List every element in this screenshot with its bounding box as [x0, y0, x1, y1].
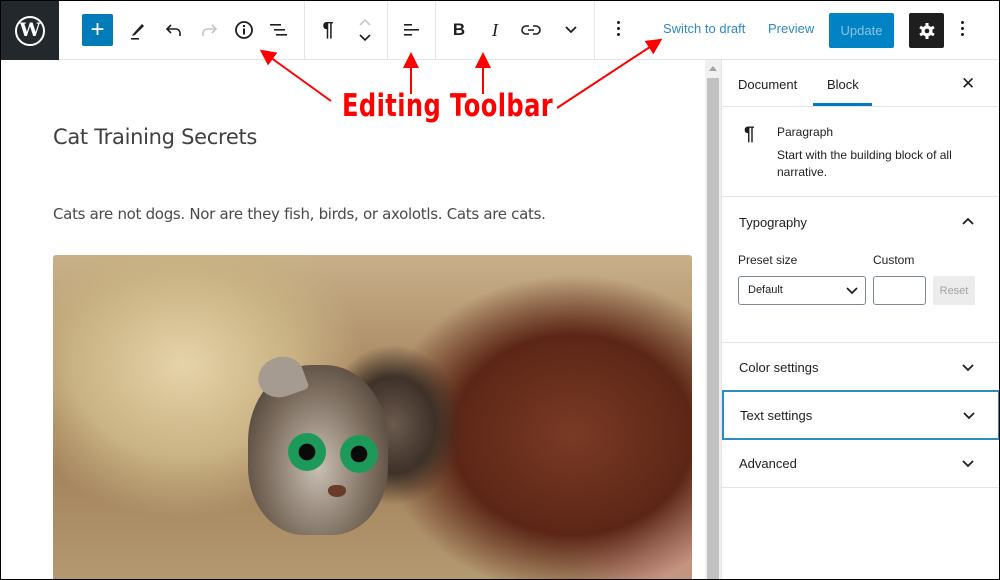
block-navigation-button[interactable]	[268, 13, 290, 47]
undo-button[interactable]	[163, 13, 185, 47]
reset-button[interactable]: Reset	[933, 276, 975, 305]
text-settings-title: Text settings	[740, 408, 813, 423]
redo-button[interactable]	[198, 13, 220, 47]
preview-button[interactable]: Preview	[768, 21, 814, 36]
toolbar-separator	[304, 1, 305, 60]
typography-panel: Typography Preset size Custom Default Re…	[722, 197, 999, 343]
switch-to-draft-button[interactable]: Switch to draft	[663, 21, 745, 36]
content-info-button[interactable]	[233, 13, 255, 47]
add-block-button[interactable]: +	[82, 14, 113, 46]
redo-icon	[202, 24, 218, 36]
update-label: Update	[840, 23, 883, 38]
preset-size-select[interactable]: Default	[738, 276, 866, 305]
block-more-options-button[interactable]	[615, 21, 621, 36]
block-description: Start with the building block of all nar…	[777, 148, 952, 179]
gear-icon	[918, 22, 935, 39]
align-left-icon	[404, 24, 419, 36]
color-settings-panel[interactable]: Color settings	[722, 343, 999, 391]
annotation-label: Editing Toolbar	[342, 88, 554, 124]
scroll-up-arrow-icon[interactable]	[709, 66, 717, 71]
edit-pencil-icon	[131, 24, 144, 40]
close-icon[interactable]: ✕	[961, 74, 975, 94]
move-down-button[interactable]	[356, 31, 374, 45]
scroll-thumb[interactable]	[707, 78, 719, 579]
editor-scrollbar[interactable]	[705, 60, 721, 579]
chevron-up-icon[interactable]	[961, 216, 975, 226]
toolbar-separator	[594, 1, 595, 60]
image-block[interactable]	[53, 255, 692, 579]
italic-icon: I	[492, 19, 498, 40]
chevron-down-icon	[962, 460, 974, 468]
chevron-up-icon	[359, 18, 371, 26]
settings-button[interactable]	[909, 13, 944, 48]
advanced-title: Advanced	[739, 456, 797, 471]
pilcrow-icon: ¶	[322, 18, 334, 41]
cat-photo	[248, 350, 388, 535]
block-name: Paragraph	[777, 125, 834, 139]
custom-size-label: Custom	[873, 253, 915, 267]
preset-size-value: Default	[748, 284, 783, 296]
undo-icon	[165, 24, 181, 36]
color-settings-title: Color settings	[739, 360, 819, 375]
chevron-down-icon	[962, 364, 974, 372]
update-button[interactable]: Update	[829, 13, 894, 48]
typography-panel-toggle[interactable]: Typography	[739, 215, 807, 230]
toolbar-separator	[435, 1, 436, 60]
text-settings-panel[interactable]: Text settings	[722, 390, 999, 440]
chevron-down-icon	[846, 287, 858, 295]
align-button[interactable]	[400, 13, 422, 47]
more-rich-text-button[interactable]	[562, 13, 580, 47]
more-chevron-icon	[565, 26, 577, 34]
plus-icon: +	[90, 16, 105, 43]
post-title[interactable]: Cat Training Secrets	[53, 125, 257, 149]
preset-size-label: Preset size	[738, 253, 798, 267]
info-icon	[235, 21, 253, 39]
reset-label: Reset	[939, 284, 969, 297]
block-card: ¶ Paragraph Start with the building bloc…	[722, 108, 999, 197]
custom-size-input[interactable]	[873, 276, 926, 305]
tab-document[interactable]: Document	[738, 77, 797, 92]
paragraph-block[interactable]: Cats are not dogs. Nor are they fish, bi…	[53, 205, 546, 223]
app-window: W + ¶ B I Switch to draft Preview Update…	[0, 0, 1000, 580]
link-button[interactable]	[520, 13, 542, 47]
toolbar-separator	[387, 1, 388, 60]
tab-block[interactable]: Block	[827, 77, 859, 92]
tools-button[interactable]	[127, 13, 149, 47]
editor-toolbar: W + ¶ B I Switch to draft Preview Update	[1, 1, 999, 60]
advanced-panel[interactable]: Advanced	[722, 439, 999, 488]
wordpress-logo-icon: W	[15, 15, 45, 46]
block-type-button[interactable]: ¶	[318, 13, 338, 47]
chevron-down-icon	[963, 412, 975, 420]
active-tab-indicator	[813, 103, 872, 106]
bold-button[interactable]: B	[450, 13, 468, 47]
chevron-down-icon	[359, 34, 371, 42]
italic-button[interactable]: I	[486, 13, 504, 47]
link-icon	[521, 25, 541, 35]
wordpress-logo-button[interactable]: W	[1, 1, 59, 60]
list-view-icon	[270, 24, 287, 36]
sidebar-tabs: Document Block ✕	[722, 60, 999, 107]
move-up-button[interactable]	[356, 15, 374, 29]
bold-icon: B	[452, 20, 466, 39]
settings-sidebar: Document Block ✕ ¶ Paragraph Start with …	[721, 60, 999, 579]
pilcrow-icon: ¶	[744, 124, 755, 145]
editor-canvas: Cat Training Secrets Cats are not dogs. …	[1, 60, 707, 579]
more-tools-button[interactable]	[959, 21, 965, 36]
